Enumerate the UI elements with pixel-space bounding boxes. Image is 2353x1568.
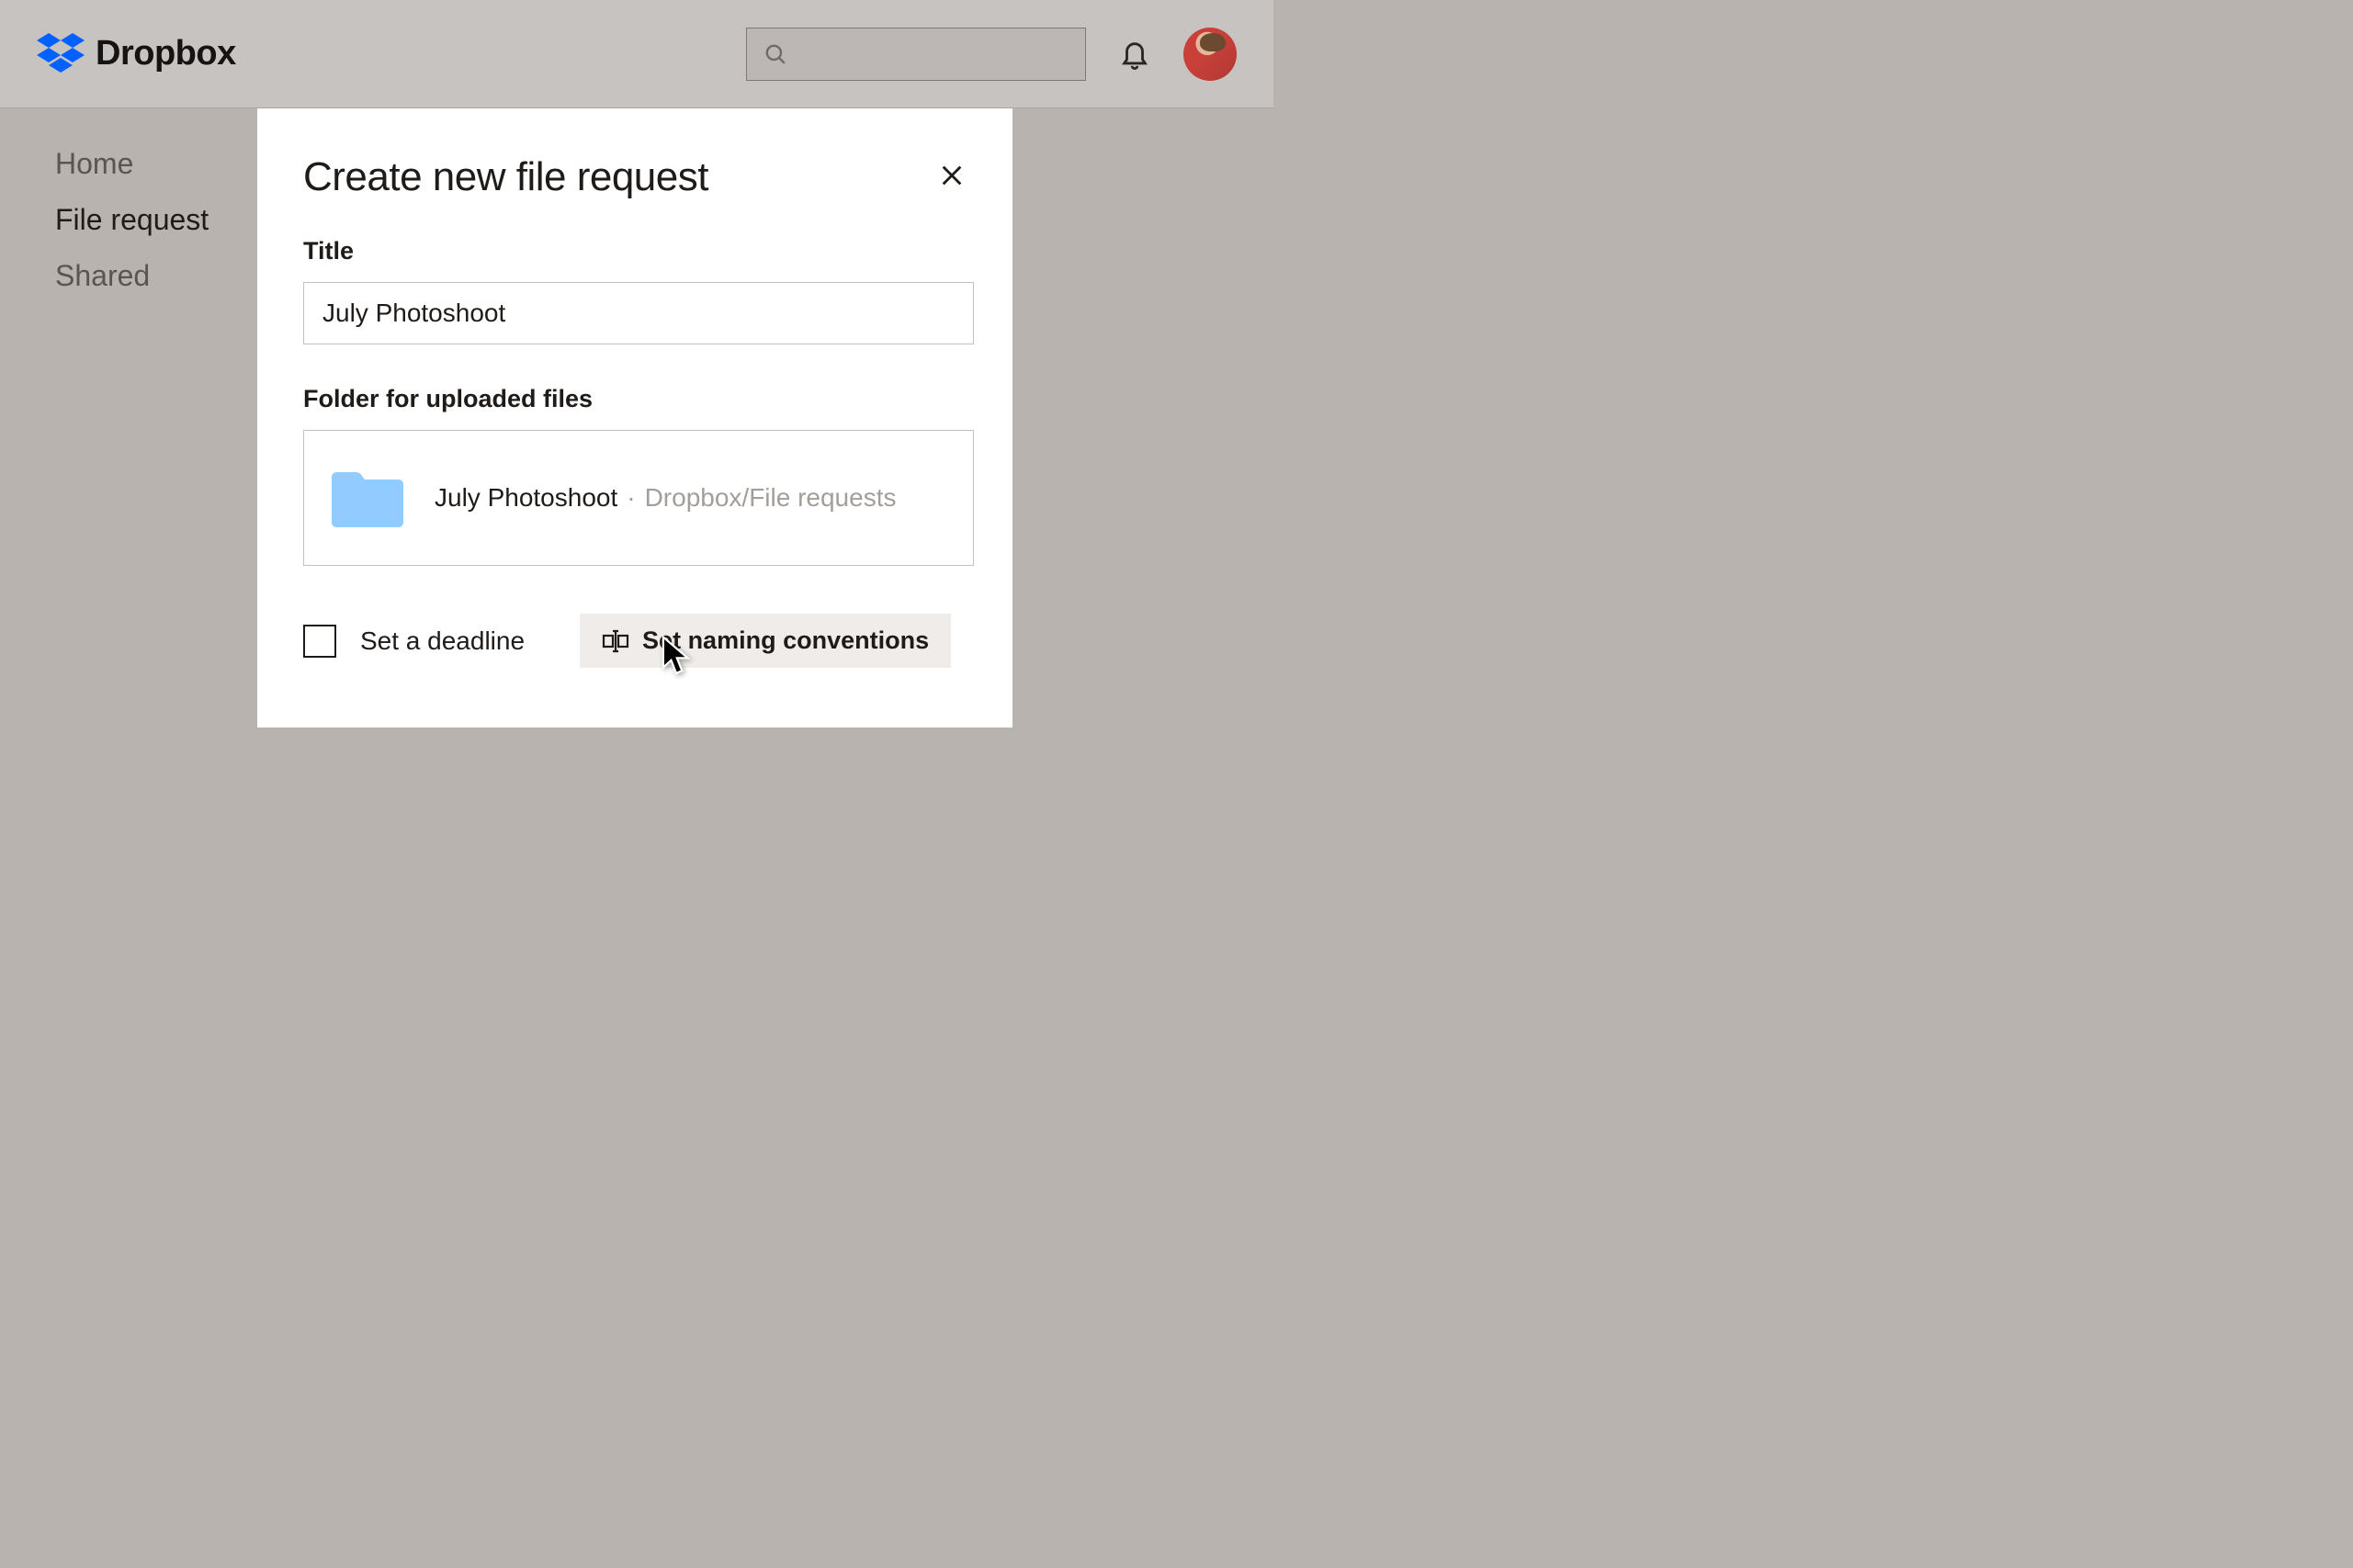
brand-name: Dropbox xyxy=(96,34,236,73)
text-cursor-icon xyxy=(602,629,629,653)
create-file-request-modal: Create new file request Title July Photo… xyxy=(257,108,1012,728)
folder-selector[interactable]: July Photoshoot · Dropbox/File requests xyxy=(303,430,974,566)
search-input[interactable] xyxy=(746,28,1086,81)
sidebar-item-home[interactable]: Home xyxy=(55,147,209,181)
sidebar-nav: Home File request Shared xyxy=(55,147,209,293)
set-naming-conventions-button[interactable]: Set naming conventions xyxy=(580,614,951,668)
folder-field-label: Folder for uploaded files xyxy=(303,385,967,413)
brand-logo[interactable]: Dropbox xyxy=(37,33,236,75)
folder-name: July Photoshoot xyxy=(435,483,617,513)
folder-location: Dropbox/File requests xyxy=(645,483,897,513)
deadline-label: Set a deadline xyxy=(360,626,525,656)
title-input[interactable]: July Photoshoot xyxy=(303,282,974,344)
title-input-value: July Photoshoot xyxy=(322,299,505,328)
folder-separator: · xyxy=(627,483,635,513)
user-avatar[interactable] xyxy=(1183,28,1237,81)
deadline-checkbox[interactable] xyxy=(303,625,336,658)
search-icon xyxy=(764,42,787,66)
naming-button-label: Set naming conventions xyxy=(642,626,929,655)
title-field-label: Title xyxy=(303,237,967,265)
folder-path-text: July Photoshoot · Dropbox/File requests xyxy=(435,483,896,513)
sidebar-item-shared[interactable]: Shared xyxy=(55,259,209,293)
close-icon xyxy=(939,163,965,193)
folder-icon xyxy=(328,465,407,531)
close-button[interactable] xyxy=(937,163,967,192)
deadline-option[interactable]: Set a deadline xyxy=(303,625,525,658)
modal-title: Create new file request xyxy=(303,154,708,200)
app-header: Dropbox xyxy=(0,0,1273,108)
sidebar-item-file-request[interactable]: File request xyxy=(55,203,209,237)
notifications-icon[interactable] xyxy=(1119,37,1150,72)
dropbox-icon xyxy=(37,33,85,75)
